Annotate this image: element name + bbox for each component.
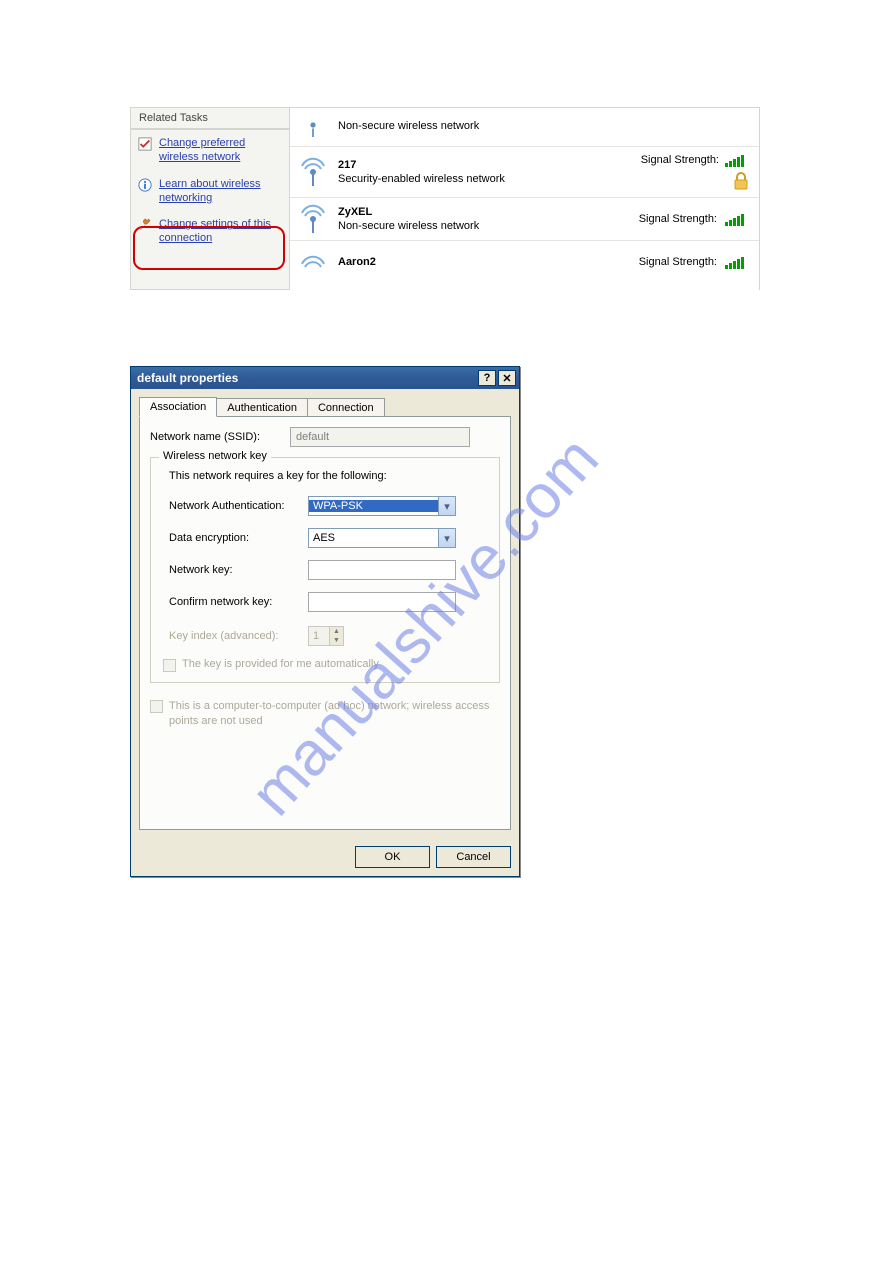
task-change-settings[interactable]: Change settings of this connection [131,211,289,252]
auth-label: Network Authentication: [163,500,308,512]
signal-area: Signal Strength: [639,255,751,269]
task-link[interactable]: Change preferred wireless network [159,136,281,165]
help-button[interactable]: ? [478,370,496,386]
wifi-antenna-icon [298,247,328,277]
network-row[interactable]: Aaron2 Signal Strength: [290,241,759,277]
network-sub: Non-secure wireless network [338,120,751,132]
close-button[interactable]: ✕ [498,370,516,386]
network-row[interactable]: 217 Security-enabled wireless network Si… [290,147,759,198]
chevron-down-icon: ▾ [438,497,455,515]
netkey-label: Network key: [163,564,308,576]
network-name: Aaron2 [338,256,629,268]
titlebar: default properties ? ✕ [131,367,519,389]
chevron-down-icon: ▾ [438,529,455,547]
signal-bars-icon [725,153,751,167]
confirmkey-input[interactable] [308,592,456,612]
keyindex-value: 1 [309,627,329,645]
signal-label: Signal Strength: [639,213,717,225]
enc-select[interactable]: AES ▾ [308,528,456,548]
tab-authentication[interactable]: Authentication [216,398,308,417]
network-name: ZyXEL [338,206,629,218]
signal-bars-icon [725,255,751,269]
task-link[interactable]: Change settings of this connection [159,217,281,246]
wifi-antenna-icon [298,157,328,187]
netkey-input[interactable] [308,560,456,580]
key-auto-checkbox [163,659,176,672]
adhoc-checkbox [150,700,163,713]
keyindex-spinner: 1 ▲▼ [308,626,344,646]
network-row[interactable]: ZyXEL Non-secure wireless network Signal… [290,198,759,241]
properties-dialog: default properties ? ✕ Association Authe… [130,366,520,877]
wireless-key-fieldset: Wireless network key This network requir… [150,457,500,683]
sidebar-header: Related Tasks [131,108,289,129]
network-sub: Security-enabled wireless network [338,173,631,185]
dialog-title: default properties [137,371,238,385]
auth-select[interactable]: WPA-PSK ▾ [308,496,456,516]
ok-button[interactable]: OK [355,846,430,868]
wireless-panel: Related Tasks Change preferred wireless … [130,107,760,290]
network-name: 217 [338,159,631,171]
fieldset-note: This network requires a key for the foll… [169,470,489,482]
network-row[interactable]: Non-secure wireless network [290,108,759,147]
task-link[interactable]: Learn about wireless networking [159,177,281,206]
keyindex-label: Key index (advanced): [163,630,308,642]
confirmkey-label: Confirm network key: [163,596,308,608]
network-list: Non-secure wireless network 217 Security… [290,107,760,290]
wifi-antenna-icon [298,110,328,140]
signal-label: Signal Strength: [641,154,719,166]
related-tasks-sidebar: Related Tasks Change preferred wireless … [130,107,290,290]
signal-area: Signal Strength: [639,212,751,226]
fieldset-legend: Wireless network key [159,450,271,462]
tab-connection[interactable]: Connection [307,398,385,417]
tab-association[interactable]: Association [139,397,217,417]
key-auto-label: The key is provided for me automatically [182,658,379,670]
wrench-icon [137,217,153,233]
task-change-preferred[interactable]: Change preferred wireless network [131,130,289,171]
tab-panel: Network name (SSID): Wireless network ke… [139,416,511,830]
info-icon [137,177,153,193]
spinner-buttons: ▲▼ [329,627,343,645]
enc-value: AES [309,532,438,544]
checkbox-sheet-icon [137,136,153,152]
enc-label: Data encryption: [163,532,308,544]
signal-label: Signal Strength: [639,256,717,268]
lock-icon [731,171,751,191]
adhoc-label: This is a computer-to-computer (ad hoc) … [169,699,494,730]
signal-area: Signal Strength: [641,153,751,191]
tab-row: Association Authentication Connection [139,395,511,417]
task-learn-wireless[interactable]: Learn about wireless networking [131,171,289,212]
ssid-label: Network name (SSID): [150,431,290,443]
wifi-antenna-icon [298,204,328,234]
ssid-input [290,427,470,447]
cancel-button[interactable]: Cancel [436,846,511,868]
network-sub: Non-secure wireless network [338,220,629,232]
signal-bars-icon [725,212,751,226]
auth-value: WPA-PSK [309,500,438,512]
